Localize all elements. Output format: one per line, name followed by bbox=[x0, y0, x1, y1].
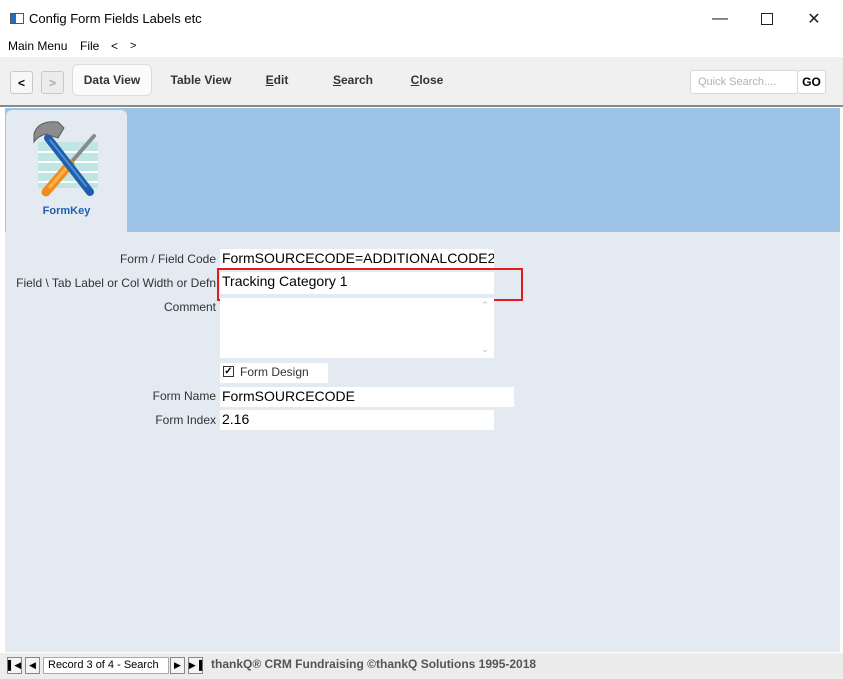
tab-label-label: Field \ Tab Label or Col Width or Defn bbox=[16, 276, 216, 290]
formkey-tab-label: FormKey bbox=[42, 205, 91, 217]
next-record-button[interactable]: ▶ bbox=[170, 657, 185, 674]
form-header-band bbox=[5, 108, 840, 232]
record-status: Record 3 of 4 - Search bbox=[43, 657, 169, 674]
highlight-annotation bbox=[217, 268, 523, 301]
form-index-input[interactable]: 2.16 bbox=[220, 410, 494, 430]
copyright-text: thankQ® CRM Fundraising ©thankQ Solution… bbox=[211, 657, 537, 671]
forward-button[interactable]: > bbox=[41, 71, 64, 94]
form-field-code-input[interactable]: FormSOURCECODE=ADDITIONALCODE2 bbox=[220, 249, 494, 269]
comment-textarea[interactable] bbox=[220, 298, 494, 358]
comment-label: Comment bbox=[163, 300, 216, 314]
last-record-button[interactable]: ▶▐ bbox=[188, 657, 203, 674]
window-title: Config Form Fields Labels etc bbox=[29, 11, 202, 26]
menu-file[interactable]: File bbox=[80, 39, 99, 53]
menu-forward[interactable]: > bbox=[130, 40, 136, 52]
edit-button[interactable]: Edit bbox=[256, 64, 298, 96]
comment-scroll-down-icon[interactable]: ⌄ bbox=[479, 344, 491, 354]
table-view-button[interactable]: Table View bbox=[160, 64, 242, 96]
form-field-code-label: Form / Field Code bbox=[119, 252, 216, 266]
form-design-label: Form Design bbox=[240, 365, 309, 379]
minimize-button[interactable]: — bbox=[697, 6, 743, 32]
app-window-icon bbox=[10, 13, 24, 24]
close-window-button[interactable]: ✕ bbox=[791, 6, 837, 32]
menu-bar bbox=[0, 36, 843, 56]
maximize-icon bbox=[761, 13, 773, 25]
menu-back[interactable]: < bbox=[111, 39, 118, 53]
form-index-label: Form Index bbox=[155, 413, 216, 427]
back-button[interactable]: < bbox=[10, 71, 33, 94]
form-design-checkbox[interactable]: ✓ bbox=[223, 366, 234, 377]
tools-icon bbox=[33, 121, 98, 197]
form-name-input[interactable]: FormSOURCECODE bbox=[220, 387, 514, 407]
form-name-label: Form Name bbox=[152, 389, 216, 403]
previous-record-button[interactable]: ◀ bbox=[25, 657, 40, 674]
go-button[interactable]: GO bbox=[797, 70, 826, 94]
comment-scroll-up-icon[interactable]: ⌃ bbox=[479, 300, 491, 310]
data-view-button[interactable]: Data View bbox=[72, 64, 152, 96]
first-record-button[interactable]: ▌◀ bbox=[7, 657, 22, 674]
menu-main-menu[interactable]: Main Menu bbox=[8, 39, 67, 53]
quick-search-input[interactable] bbox=[690, 70, 798, 94]
search-button[interactable]: Search bbox=[324, 64, 382, 96]
close-button[interactable]: Close bbox=[402, 64, 452, 96]
maximize-button[interactable] bbox=[744, 6, 790, 32]
